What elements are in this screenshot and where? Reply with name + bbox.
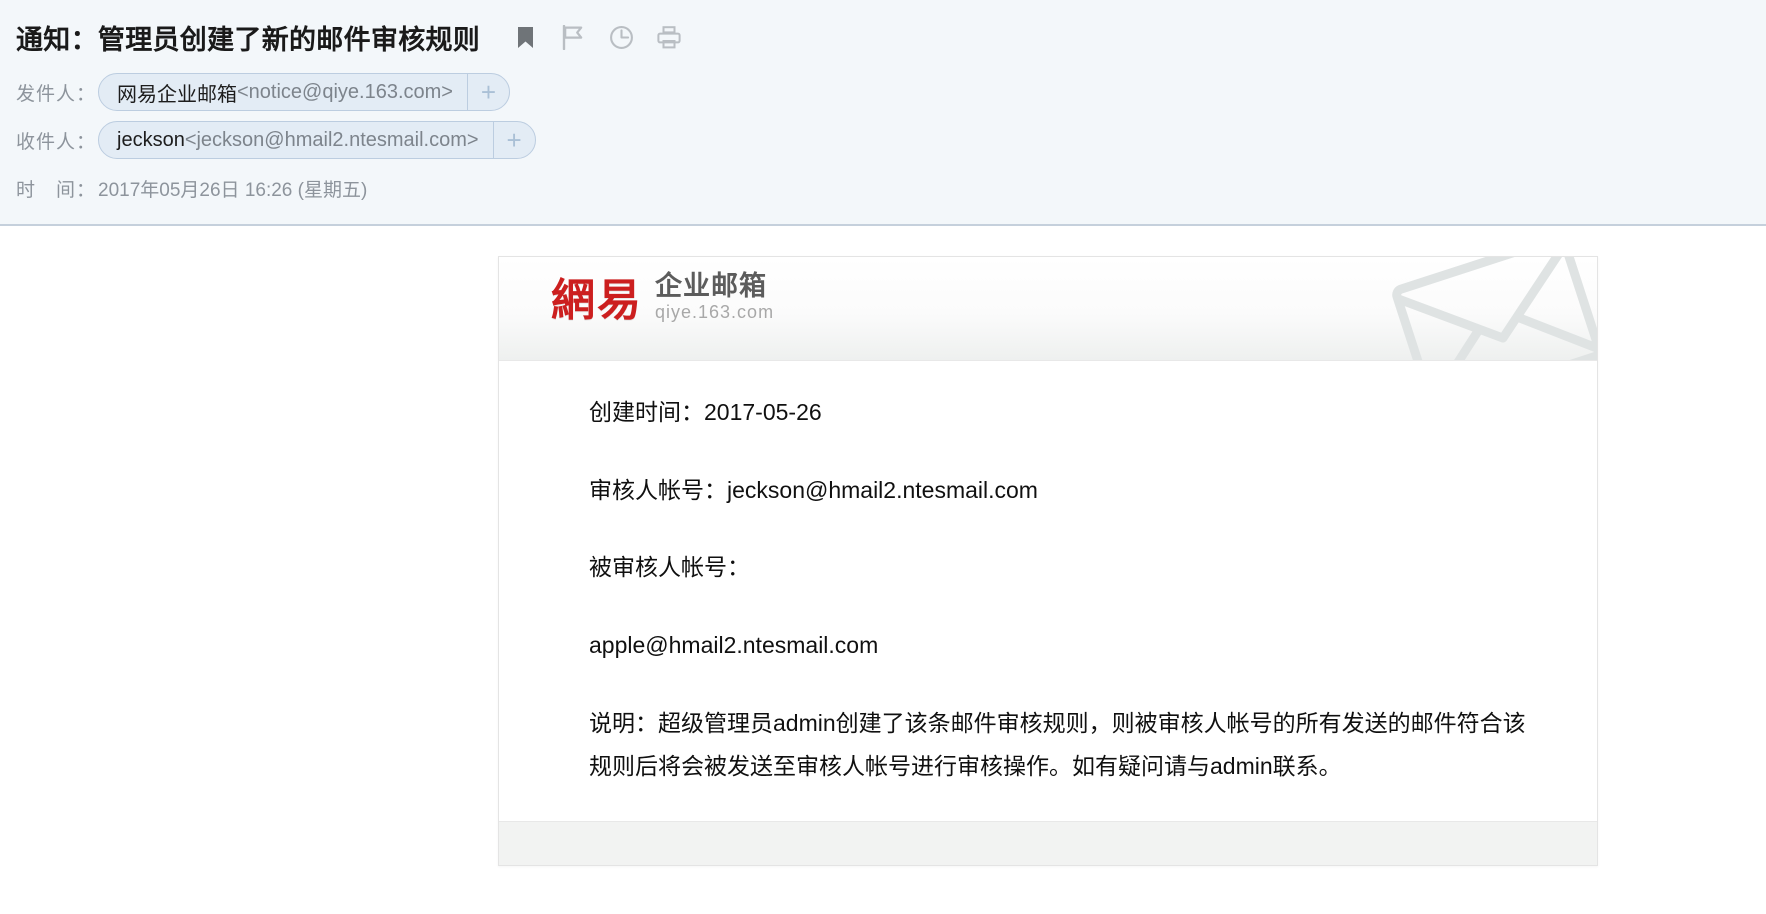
- add-from-contact-button[interactable]: +: [467, 74, 509, 110]
- print-icon[interactable]: [656, 24, 682, 52]
- brand-url: qiye.163.com: [655, 302, 775, 322]
- add-to-contact-button[interactable]: +: [492, 122, 535, 158]
- mail-body: 網易 企业邮箱 qiye.163.com 创建时间：2017-05-26 审核人…: [0, 226, 1766, 872]
- to-contact-pill[interactable]: jeckson <jeckson@hmail2.ntesmail.com> +: [98, 121, 536, 159]
- brand-subtitle: 企业邮箱: [655, 271, 767, 301]
- paragraph-reviewee-email: apple@hmail2.ntesmail.com: [589, 632, 879, 659]
- clock-icon[interactable]: [608, 24, 634, 52]
- card-footer: [499, 821, 1597, 866]
- from-contact-text: 网易企业邮箱 <notice@qiye.163.com>: [99, 74, 467, 110]
- to-contact-name: jeckson: [117, 128, 185, 151]
- brand-banner: 網易 企业邮箱 qiye.163.com: [499, 257, 1597, 361]
- from-row: 发件人： 网易企业邮箱 <notice@qiye.163.com> +: [16, 73, 1766, 111]
- flag-icon[interactable]: [560, 24, 586, 52]
- from-contact-name: 网易企业邮箱: [117, 83, 237, 106]
- email-content-card: 網易 企业邮箱 qiye.163.com 创建时间：2017-05-26 审核人…: [498, 256, 1598, 867]
- mail-header: 通知：管理员创建了新的邮件审核规则 发件人： 网易企业邮箱 <notice@qi…: [0, 0, 1766, 226]
- from-contact-email: <notice@qiye.163.com>: [237, 80, 453, 103]
- date-value: 2017年05月26日 16:26 (星期五): [98, 180, 368, 201]
- paragraph-reviewee-label: 被审核人帐号：: [589, 554, 750, 581]
- subject-action-icons: [512, 24, 682, 52]
- envelope-watermark-icon: [1373, 257, 1597, 360]
- to-contact-text: jeckson <jeckson@hmail2.ntesmail.com>: [99, 122, 493, 158]
- netease-logo: 網易 企业邮箱 qiye.163.com: [551, 273, 774, 323]
- brand-text-group: 企业邮箱 qiye.163.com: [655, 273, 774, 323]
- paragraph-description: 说明：超级管理员admin创建了该条邮件审核规则，则被审核人帐号的所有发送的邮件…: [589, 709, 1526, 780]
- paragraph-created-time: 创建时间：2017-05-26: [589, 399, 822, 425]
- bookmark-icon[interactable]: [512, 24, 538, 52]
- to-contact-email: <jeckson@hmail2.ntesmail.com>: [184, 128, 479, 151]
- to-label: 收件人：: [16, 131, 97, 153]
- to-row: 收件人： jeckson <jeckson@hmail2.ntesmail.com…: [16, 121, 1766, 159]
- page-title: 通知：管理员创建了新的邮件审核规则: [16, 25, 481, 55]
- date-row: 时 间： 2017年05月26日 16:26 (星期五): [16, 175, 1766, 202]
- email-paragraphs: 创建时间：2017-05-26 审核人帐号：jeckson@hmail2.nte…: [499, 361, 1597, 821]
- paragraph-reviewer: 审核人帐号：jeckson@hmail2.ntesmail.com: [589, 476, 1038, 503]
- date-label: 时 间：: [16, 180, 97, 201]
- from-label: 发件人：: [16, 83, 97, 105]
- subject-row: 通知：管理员创建了新的邮件审核规则: [16, 14, 1766, 63]
- netease-logo-text: 網易: [551, 275, 643, 326]
- from-contact-pill[interactable]: 网易企业邮箱 <notice@qiye.163.com> +: [98, 73, 510, 111]
